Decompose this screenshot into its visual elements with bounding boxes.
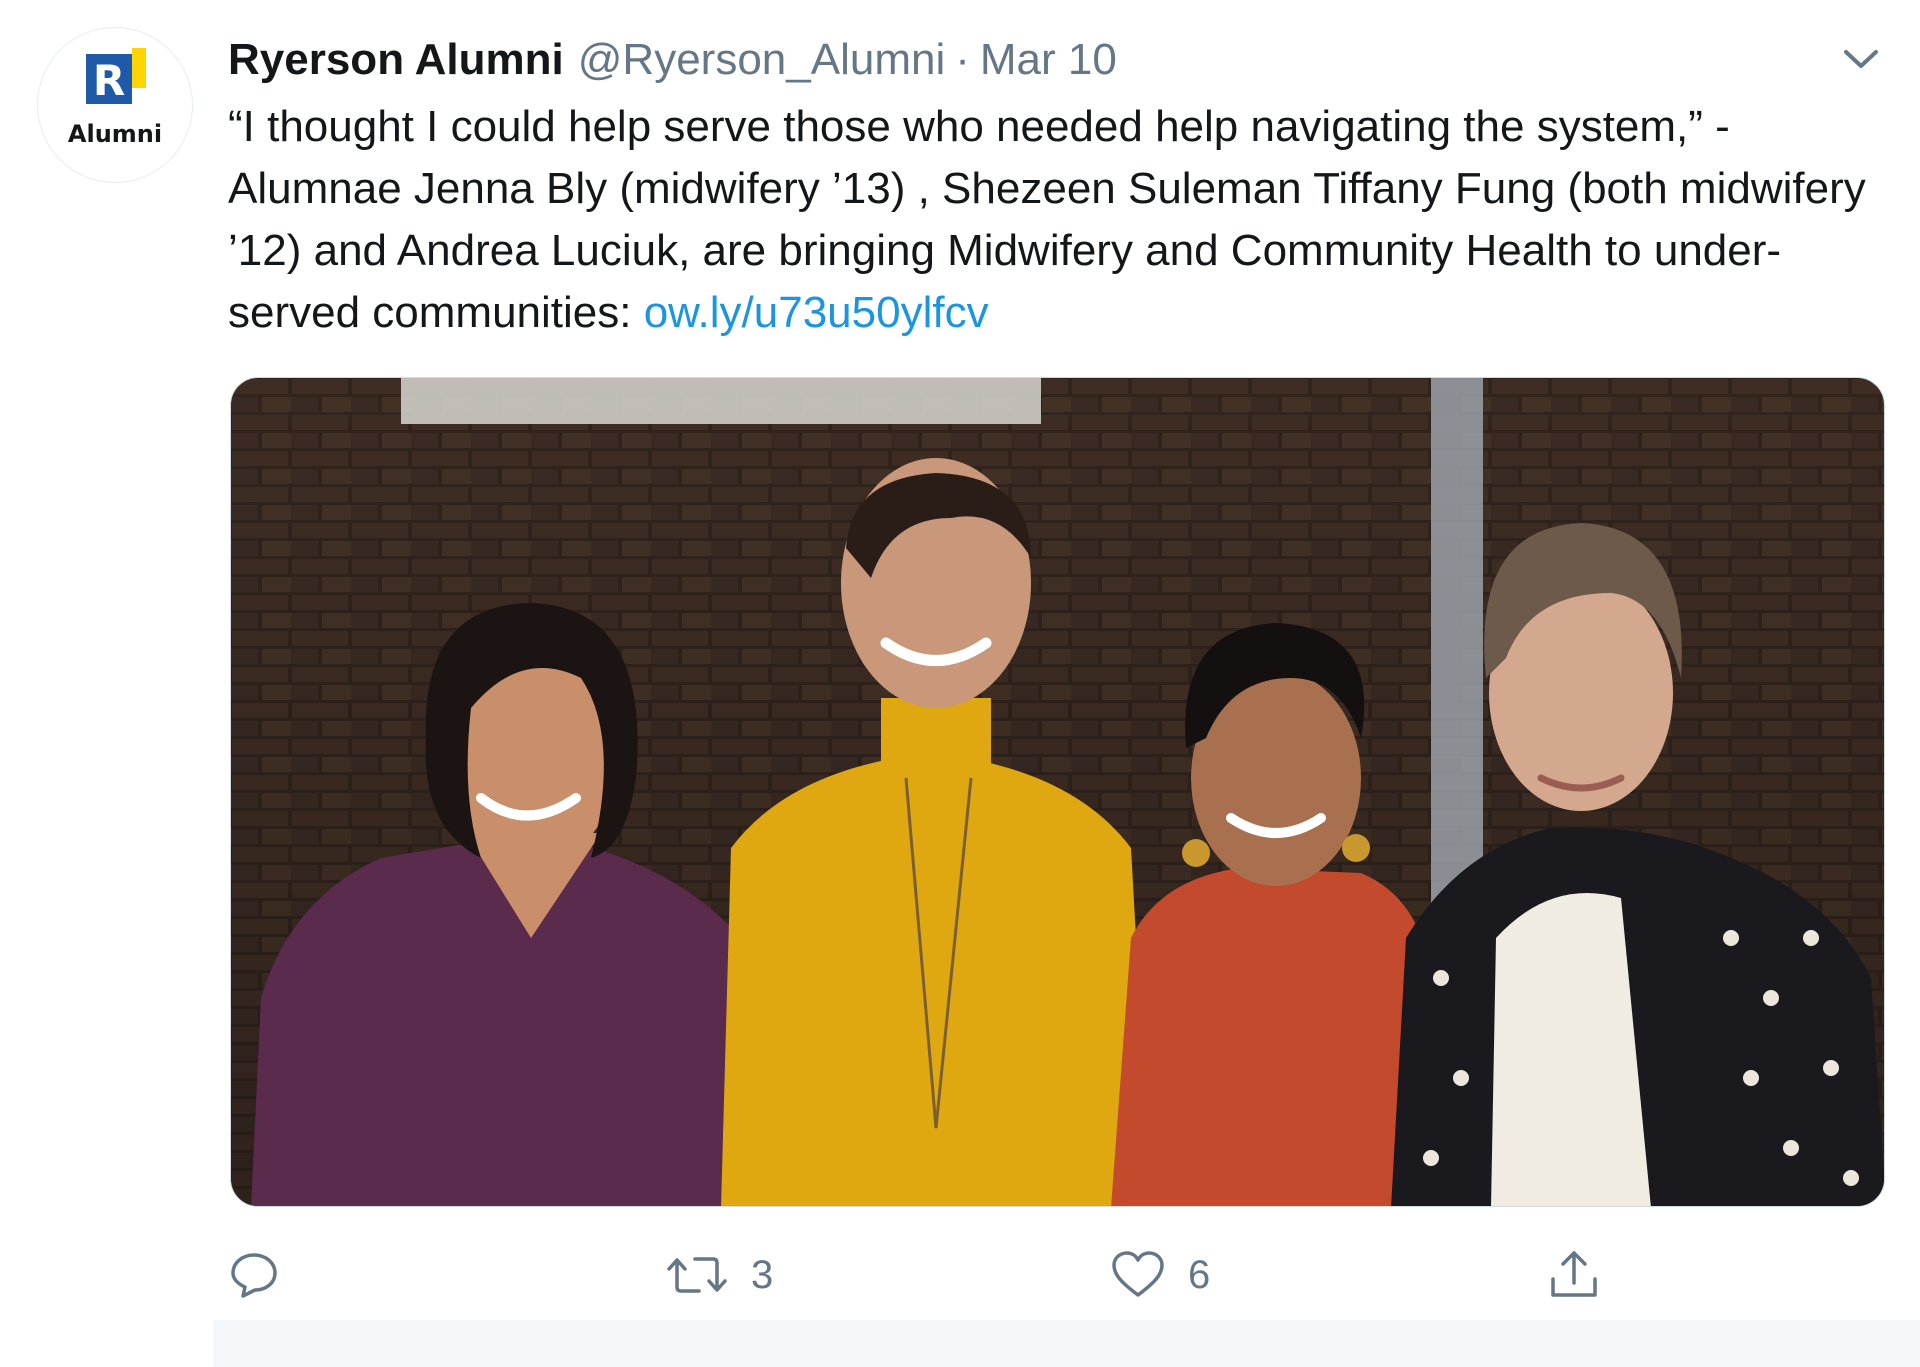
tweet-date[interactable]: Mar 10	[980, 35, 1117, 84]
chevron-down-icon	[1844, 50, 1878, 68]
like-count: 6	[1188, 1252, 1211, 1297]
heart-icon	[1112, 1251, 1164, 1297]
retweet-button[interactable]: 3	[665, 1240, 773, 1310]
tweet-link[interactable]: ow.ly/u73u50ylfcv	[644, 288, 989, 337]
logo-letter: R	[93, 56, 125, 105]
retweet-icon	[667, 1257, 727, 1293]
retweet-count: 3	[751, 1252, 774, 1297]
tweet-photo[interactable]	[230, 377, 1885, 1207]
tweet-card[interactable]: R Alumni Ryerson Alumni @Ryerson_Alumni · M…	[0, 0, 1920, 1320]
more-options-button[interactable]	[1838, 40, 1884, 80]
header-separator: ·	[955, 35, 970, 84]
author-name[interactable]: Ryerson Alumni	[228, 35, 564, 84]
like-button[interactable]: 6	[1110, 1240, 1210, 1310]
share-button[interactable]	[1546, 1240, 1624, 1310]
tweet-actions: 3 6	[228, 1240, 1888, 1310]
group-photo	[231, 378, 1884, 1206]
ryerson-logo: R	[86, 48, 146, 105]
reply-icon	[231, 1253, 277, 1298]
tweet-text: “I thought I could help serve those who …	[228, 96, 1888, 344]
share-icon	[1551, 1251, 1597, 1297]
tweet-body: “I thought I could help serve those who …	[228, 102, 1866, 337]
author-handle[interactable]: @Ryerson_Alumni	[578, 35, 945, 84]
reply-button[interactable]	[228, 1240, 302, 1310]
avatar-caption: Alumni	[67, 120, 163, 148]
avatar[interactable]: R Alumni	[37, 27, 193, 183]
next-tweet-divider	[213, 1320, 1920, 1367]
tweet-header: Ryerson Alumni @Ryerson_Alumni · Mar 10	[228, 30, 1117, 90]
